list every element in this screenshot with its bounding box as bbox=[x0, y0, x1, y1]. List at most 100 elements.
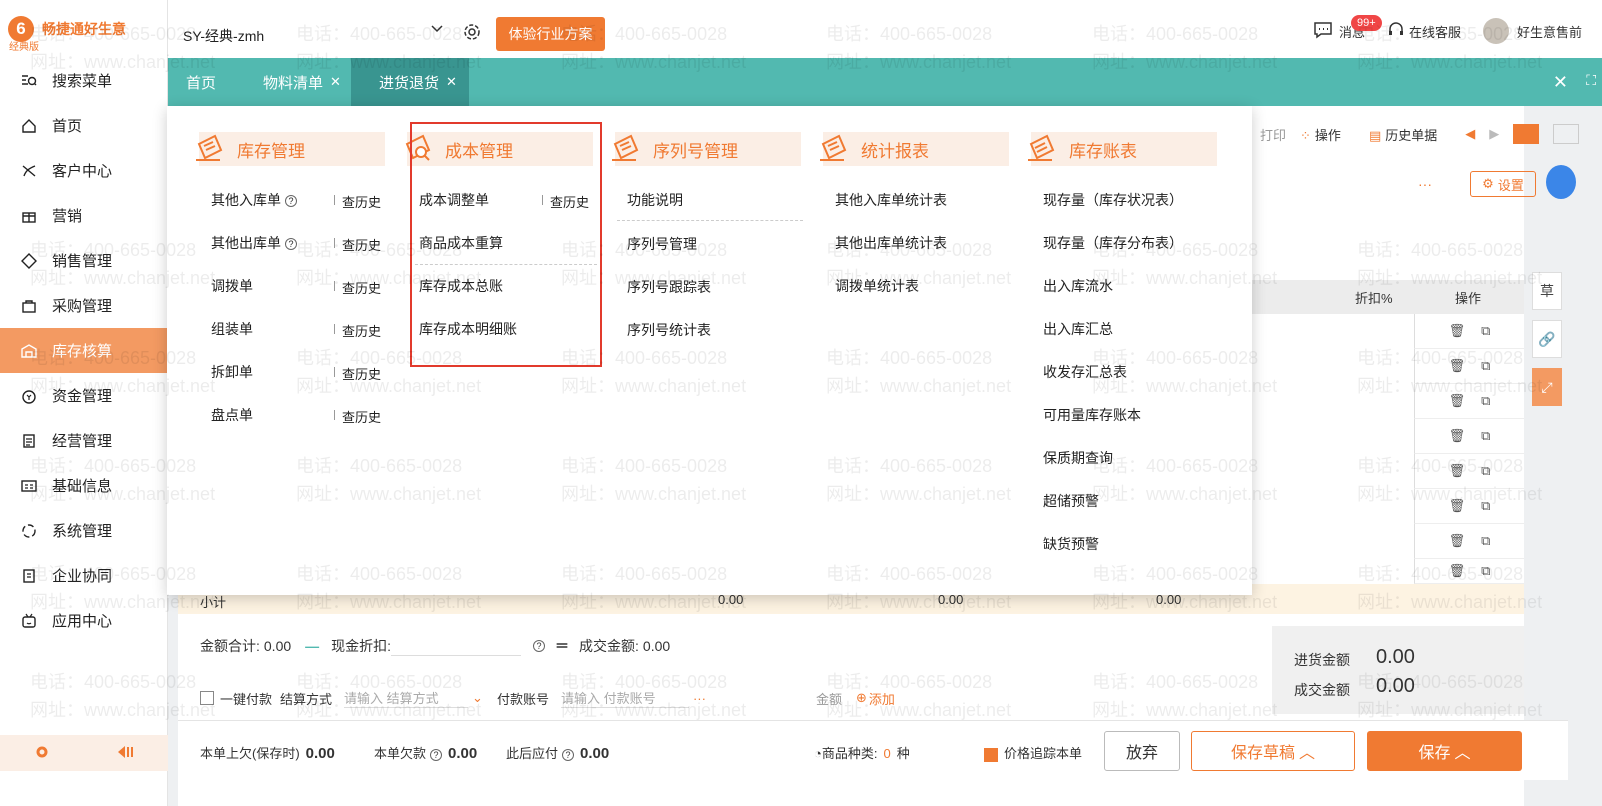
copy-icon[interactable]: ⧉ bbox=[1481, 533, 1490, 549]
copy-icon[interactable]: ⧉ bbox=[1481, 358, 1490, 374]
sidebar-item-system[interactable]: 系统管理 bbox=[0, 508, 167, 553]
chevron-down-icon[interactable] bbox=[430, 22, 444, 39]
menu-item-overstock-alert[interactable]: 超储预警 bbox=[1043, 491, 1099, 511]
sidebar-item-purchase[interactable]: 采购管理 bbox=[0, 283, 167, 328]
account-input[interactable]: 请输入 付款账号 bbox=[560, 688, 689, 708]
add-payment-button[interactable]: 添加 bbox=[869, 689, 895, 708]
sidebar-item-apps[interactable]: 应用中心 bbox=[0, 598, 167, 643]
history-link[interactable]: 查历史 bbox=[333, 364, 381, 383]
tab-bom[interactable]: 物料清单 ✕ bbox=[263, 58, 341, 106]
sidebar-item-funds[interactable]: 资金管理 bbox=[0, 373, 167, 418]
menu-item-transfer-stats[interactable]: 调拨单统计表 bbox=[835, 276, 919, 296]
sidebar-item-customer[interactable]: 客户中心 bbox=[0, 148, 167, 193]
history-button[interactable]: ▤ 历史单据 bbox=[1369, 125, 1451, 144]
sidebar-item-marketing[interactable]: 营销 bbox=[0, 193, 167, 238]
account-more[interactable]: ··· bbox=[693, 691, 706, 706]
attachment-icon[interactable]: 🔗 bbox=[1532, 320, 1562, 358]
history-link[interactable]: 查历史 bbox=[333, 235, 381, 254]
menu-item-available-ledger[interactable]: 可用量库存账本 bbox=[1043, 405, 1141, 425]
more-dots[interactable]: ··· bbox=[1418, 176, 1432, 192]
price-trace[interactable]: 价格追踪本单 bbox=[984, 743, 1082, 762]
menu-item-io-summary[interactable]: 出入库汇总 bbox=[1043, 319, 1113, 339]
sidebar-item-operations[interactable]: 经营管理 bbox=[0, 418, 167, 463]
menu-item-disassembly[interactable]: 拆卸单 bbox=[211, 362, 253, 382]
copy-icon[interactable]: ⧉ bbox=[1481, 563, 1490, 579]
trash-icon[interactable]: 🗑 bbox=[1449, 533, 1466, 549]
menu-item-feature-desc[interactable]: 功能说明 bbox=[627, 190, 683, 210]
method-input[interactable]: 请输入 结算方式 bbox=[344, 688, 469, 708]
menu-item-assembly[interactable]: 组装单 bbox=[211, 319, 253, 339]
close-icon[interactable]: ✕ bbox=[446, 74, 457, 90]
trash-icon[interactable]: 🗑 bbox=[1449, 463, 1466, 479]
copy-icon[interactable]: ⧉ bbox=[1481, 393, 1490, 409]
help-icon[interactable]: ? bbox=[285, 195, 297, 208]
one-click-pay-checkbox[interactable] bbox=[200, 691, 214, 705]
tab-purchase-return[interactable]: 进货退货 ✕ bbox=[351, 58, 469, 106]
prev-arrow-icon[interactable]: ◀ bbox=[1465, 126, 1475, 142]
settings-button[interactable]: ⚙ 设置 bbox=[1470, 171, 1536, 197]
history-link[interactable]: 查历史 bbox=[333, 278, 381, 297]
history-link[interactable]: 查历史 bbox=[333, 407, 381, 426]
user-menu[interactable]: 好生意售前 bbox=[1482, 18, 1582, 44]
copy-icon[interactable]: ⧉ bbox=[1481, 498, 1490, 514]
save-button[interactable]: 保存 ︿ bbox=[1367, 731, 1522, 771]
help-icon[interactable]: ? bbox=[430, 748, 443, 761]
sidebar-item-sales[interactable]: 销售管理 bbox=[0, 238, 167, 283]
trash-icon[interactable]: 🗑 bbox=[1449, 323, 1466, 339]
copy-icon[interactable]: ⧉ bbox=[1481, 323, 1490, 339]
menu-item-io-flow[interactable]: 出入库流水 bbox=[1043, 276, 1113, 296]
save-draft-button[interactable]: 保存草稿 ︿ bbox=[1191, 731, 1355, 771]
menu-item-shortage-alert[interactable]: 缺货预警 bbox=[1043, 534, 1099, 554]
print-button[interactable]: 打印 bbox=[1260, 125, 1286, 144]
trash-icon[interactable]: 🗑 bbox=[1449, 498, 1466, 514]
fullscreen-icon[interactable]: ⛶ bbox=[1586, 72, 1596, 89]
menu-item-serial-track[interactable]: 序列号跟踪表 bbox=[627, 277, 711, 297]
card-view-button[interactable] bbox=[1553, 124, 1580, 144]
trash-icon[interactable]: 🗑 bbox=[1449, 358, 1466, 374]
operation-button[interactable]: ⁘ 操作 bbox=[1300, 125, 1355, 144]
collapse-sidebar-icon[interactable] bbox=[116, 744, 136, 763]
chevron-down-icon[interactable]: ⌄ bbox=[472, 690, 483, 706]
online-service-button[interactable]: 在线客服 bbox=[1387, 21, 1461, 42]
list-view-button[interactable] bbox=[1513, 124, 1540, 144]
add-icon[interactable]: ⊕ bbox=[856, 690, 867, 706]
menu-item-rsi-summary[interactable]: 收发存汇总表 bbox=[1043, 362, 1127, 382]
menu-item-serial-manage[interactable]: 序列号管理 bbox=[627, 234, 697, 254]
menu-item-other-outbound[interactable]: 其他出库单? bbox=[211, 233, 297, 253]
menu-item-inbound-stats[interactable]: 其他入库单统计表 bbox=[835, 190, 947, 210]
close-icon[interactable]: ✕ bbox=[330, 74, 341, 90]
menu-item-outbound-stats[interactable]: 其他出库单统计表 bbox=[835, 233, 947, 253]
history-link[interactable]: 查历史 bbox=[333, 321, 381, 340]
cash-discount-input[interactable] bbox=[391, 636, 522, 656]
sidebar-item-inventory[interactable]: 库存核算 bbox=[0, 328, 167, 373]
help-icon[interactable]: ? bbox=[562, 748, 575, 761]
messages-button[interactable]: 99+ 消息 bbox=[1313, 14, 1382, 42]
draft-tool[interactable]: 草 bbox=[1532, 272, 1562, 310]
expand-icon[interactable]: ⤢ bbox=[1532, 368, 1562, 406]
sidebar-item-basic-info[interactable]: 基础信息 bbox=[0, 463, 167, 508]
menu-item-stock-distribution[interactable]: 现存量（库存分布表） bbox=[1043, 233, 1183, 253]
help-icon[interactable]: ? bbox=[285, 238, 297, 251]
menu-item-shelf-life[interactable]: 保质期查询 bbox=[1043, 448, 1113, 468]
gear-icon[interactable] bbox=[462, 22, 482, 45]
menu-item-serial-stats[interactable]: 序列号统计表 bbox=[627, 320, 711, 340]
copy-icon[interactable]: ⧉ bbox=[1481, 428, 1490, 444]
copy-icon[interactable]: ⧉ bbox=[1481, 463, 1490, 479]
sidebar-item-search-menu[interactable]: 搜索菜单 bbox=[0, 58, 167, 103]
menu-item-stock-status[interactable]: 现存量（库存状况表） bbox=[1043, 190, 1183, 210]
sidebar-item-home[interactable]: 首页 bbox=[0, 103, 167, 148]
help-icon[interactable]: ? bbox=[533, 640, 546, 652]
trash-icon[interactable]: 🗑 bbox=[1449, 393, 1466, 409]
next-arrow-icon[interactable]: ▶ bbox=[1489, 126, 1499, 142]
menu-item-transfer[interactable]: 调拨单 bbox=[211, 276, 253, 296]
trial-solution-button[interactable]: 体验行业方案 bbox=[496, 17, 605, 51]
tab-home[interactable]: 首页 bbox=[186, 58, 216, 106]
sidebar-item-collab[interactable]: 企业协同 bbox=[0, 553, 167, 598]
history-link[interactable]: 查历史 bbox=[333, 192, 381, 211]
company-selector[interactable]: SY-经典-zmh bbox=[183, 26, 264, 46]
trash-icon[interactable]: 🗑 bbox=[1449, 428, 1466, 444]
price-trace-checkbox[interactable] bbox=[984, 747, 998, 762]
close-all-icon[interactable]: ✕ bbox=[1553, 72, 1568, 93]
menu-item-other-inbound[interactable]: 其他入库单? bbox=[211, 190, 297, 210]
brand-logo[interactable]: 6 畅捷通好生意 经典版 bbox=[0, 0, 167, 58]
